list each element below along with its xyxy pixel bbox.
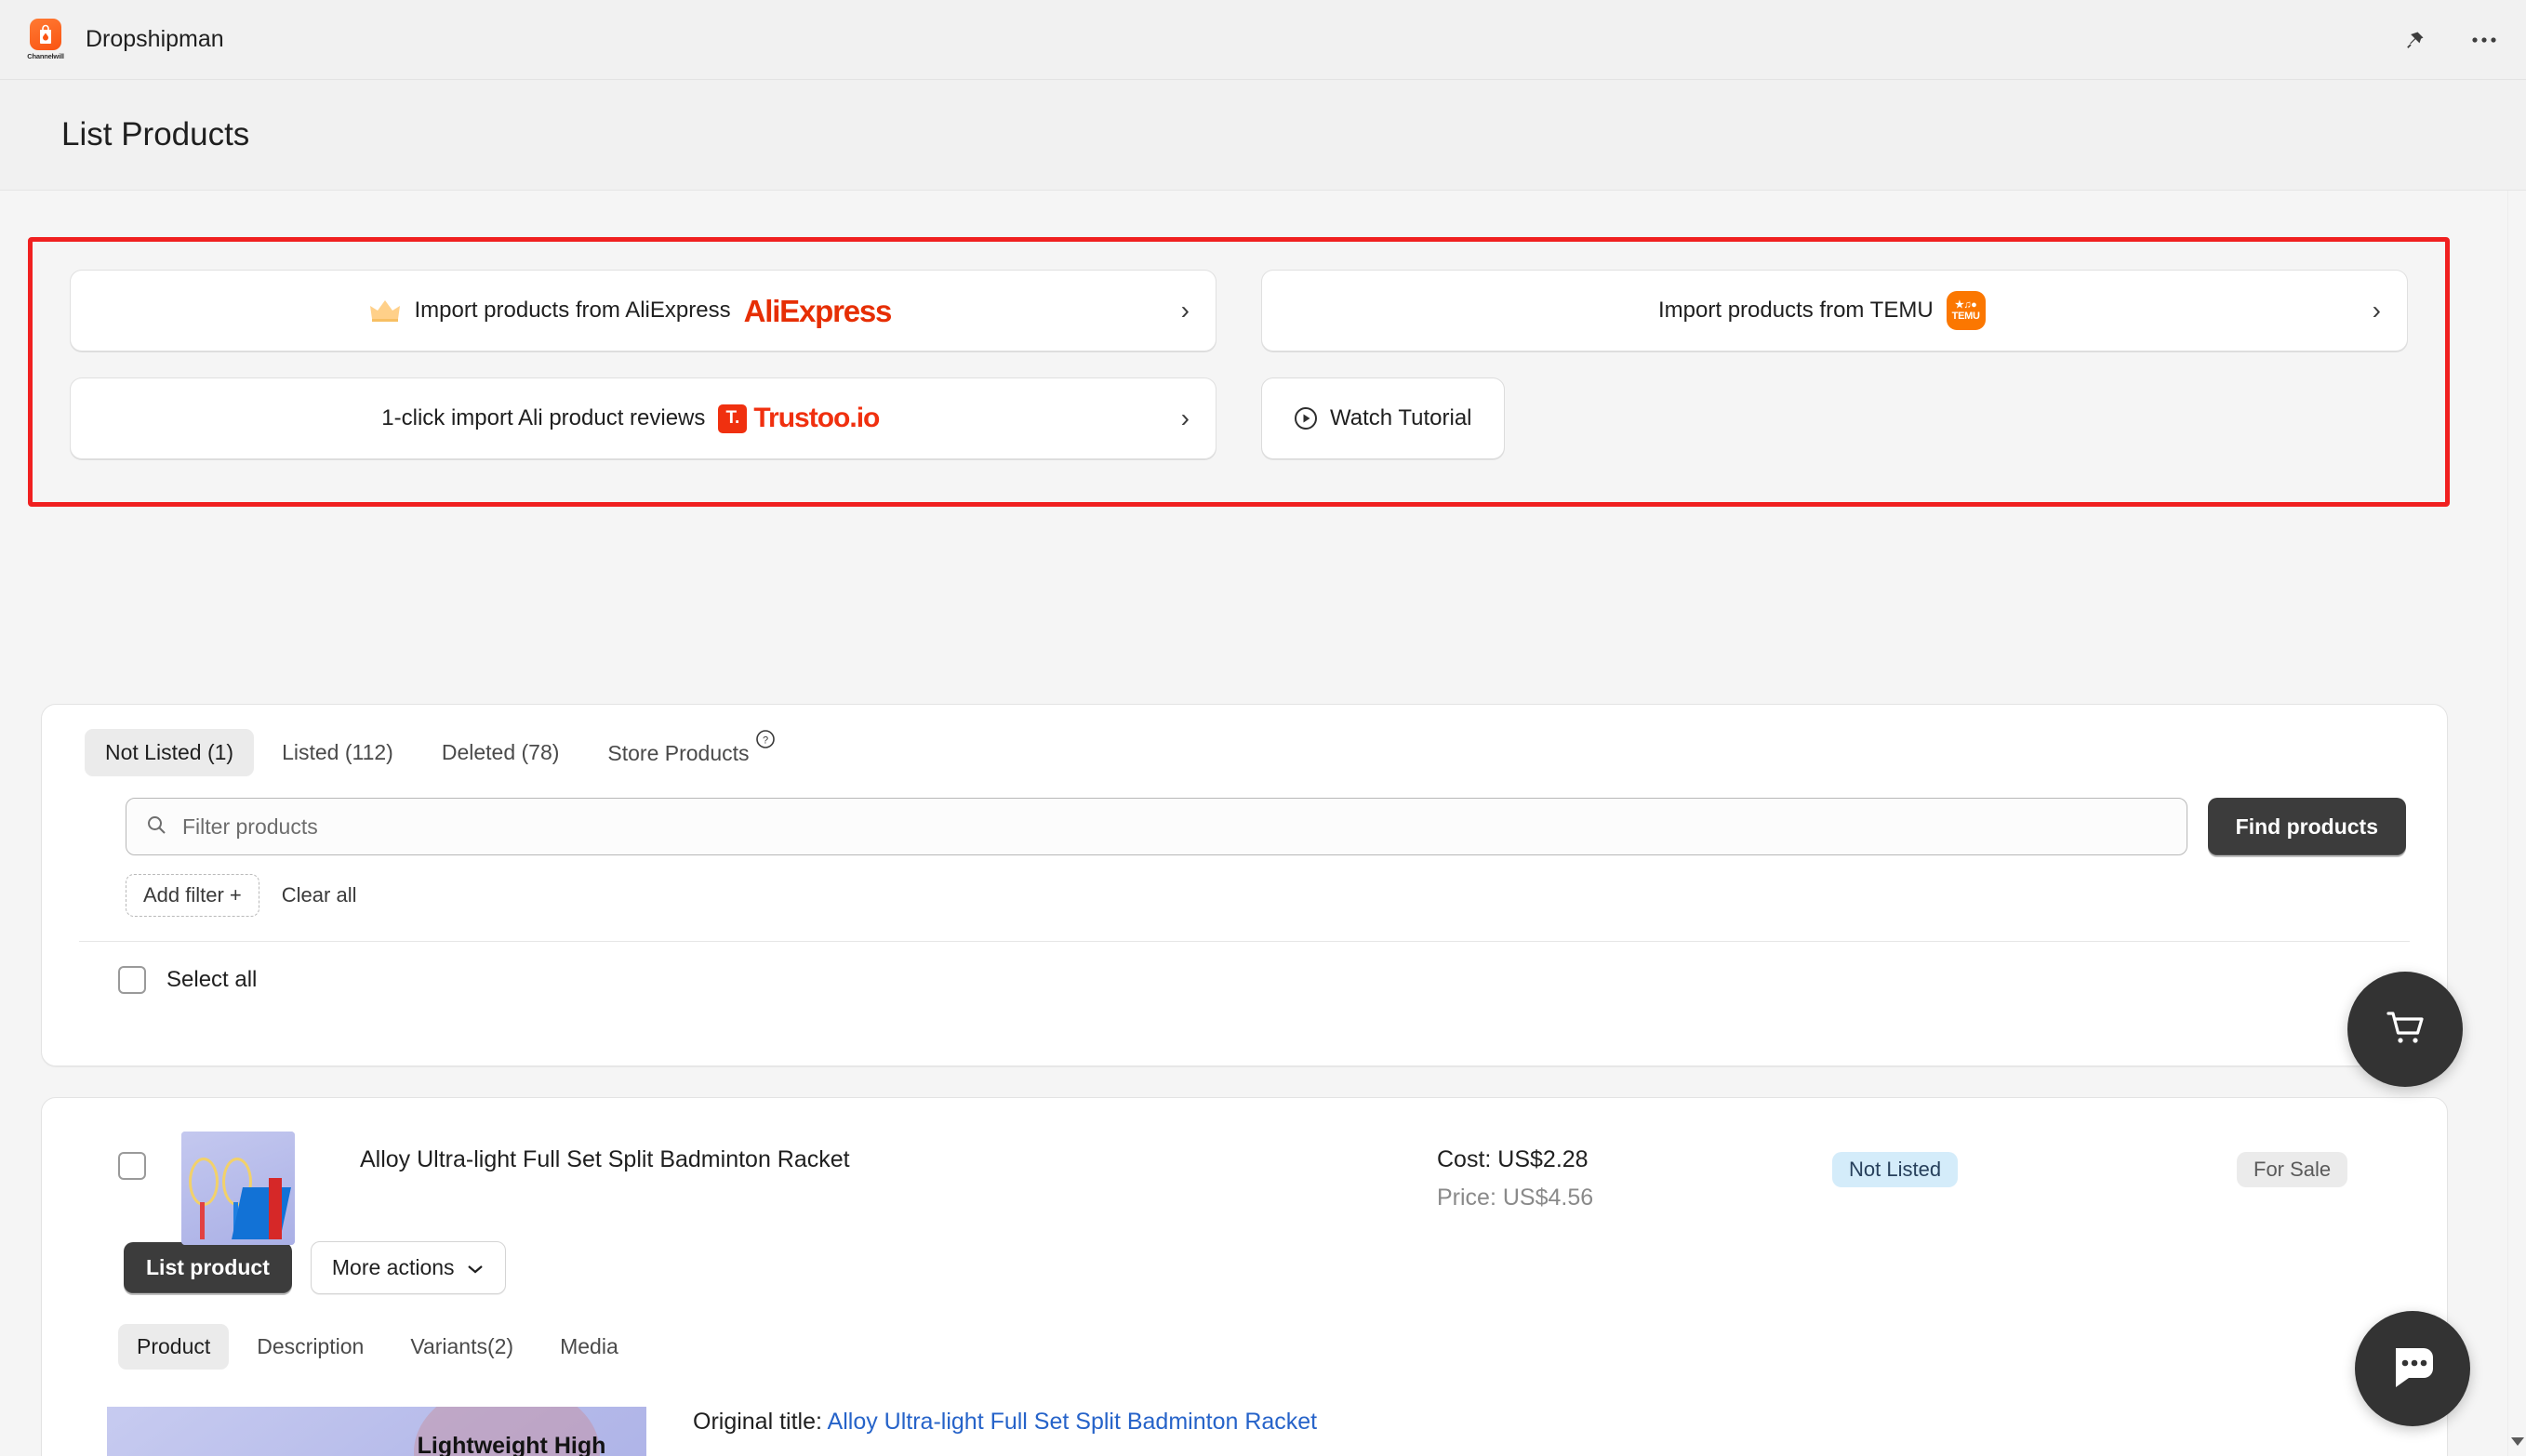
import-section-highlight: Import products from AliExpress AliExpre… bbox=[28, 237, 2450, 507]
import-ali-reviews-card[interactable]: 1-click import Ali product reviews T. Tr… bbox=[70, 377, 1216, 459]
find-products-button[interactable]: Find products bbox=[2207, 798, 2406, 855]
tab-not-listed[interactable]: Not Listed (1) bbox=[85, 729, 255, 776]
page-title: List Products bbox=[61, 116, 250, 152]
product-cost: Cost: US$2.28 bbox=[1437, 1146, 1589, 1172]
watch-tutorial-button[interactable]: Watch Tutorial bbox=[1261, 377, 1505, 459]
app-vendor-label: Channelwill bbox=[27, 52, 64, 60]
search-icon bbox=[145, 814, 167, 841]
tab-store-products-label: Store Products bbox=[607, 741, 750, 765]
aliexpress-logo: AliExpress bbox=[743, 293, 893, 328]
temu-wordmark: TEMU bbox=[1951, 310, 1980, 322]
more-actions-button[interactable]: More actions bbox=[310, 1241, 506, 1294]
pin-icon[interactable] bbox=[2400, 24, 2431, 56]
temu-logo-icon: ★♫● TEMU bbox=[1946, 291, 1986, 330]
product-status-tabs: Not Listed (1) Listed (112) Deleted (78)… bbox=[42, 705, 2447, 777]
chevron-right-icon: › bbox=[1180, 404, 1190, 432]
app-name: Dropshipman bbox=[86, 26, 224, 52]
vertical-scrollbar[interactable] bbox=[2507, 191, 2526, 1456]
product-price: Price: US$4.56 bbox=[1437, 1185, 1594, 1211]
cart-fab[interactable] bbox=[2347, 972, 2463, 1087]
product-row-checkbox[interactable] bbox=[118, 1152, 146, 1180]
chat-fab[interactable] bbox=[2355, 1311, 2470, 1426]
main-content: Import products from AliExpress AliExpre… bbox=[0, 191, 2507, 1456]
import-from-temu-card[interactable]: Import products from TEMU ★♫● TEMU › bbox=[1261, 270, 2408, 351]
tab-media[interactable]: Media bbox=[541, 1324, 637, 1370]
product-pricing: Cost: US$2.28 Price: US$4.56 bbox=[1437, 1146, 1593, 1211]
import-temu-label: Import products from TEMU bbox=[1658, 298, 1934, 323]
add-filter-button[interactable]: Add filter + bbox=[126, 874, 259, 917]
crown-icon bbox=[369, 298, 401, 323]
tab-product[interactable]: Product bbox=[118, 1324, 230, 1370]
app-logo: Channelwill bbox=[20, 19, 71, 60]
original-title-row: Original title: Alloy Ultra-light Full S… bbox=[693, 1409, 2447, 1436]
status-badge: Not Listed bbox=[1832, 1152, 1959, 1187]
chevron-right-icon: › bbox=[1180, 296, 1190, 324]
chat-bubble-icon bbox=[2383, 1339, 2442, 1399]
product-thumbnail[interactable] bbox=[181, 1132, 295, 1245]
tab-listed[interactable]: Listed (112) bbox=[261, 729, 414, 776]
svg-text:?: ? bbox=[763, 735, 768, 747]
help-circle-icon[interactable]: ? bbox=[755, 729, 776, 755]
product-card: Alloy Ultra-light Full Set Split Badmint… bbox=[41, 1097, 2448, 1456]
play-circle-icon bbox=[1294, 406, 1318, 430]
trustoo-logo-icon: T. Trustoo.io bbox=[718, 403, 880, 434]
product-hero-image[interactable]: Lightweight High Pound Both defense and … bbox=[107, 1407, 646, 1456]
tab-deleted[interactable]: Deleted (78) bbox=[421, 729, 580, 776]
select-all-checkbox[interactable] bbox=[118, 966, 146, 994]
tab-store-products[interactable]: Store Products ? bbox=[587, 729, 796, 777]
dropshipman-icon bbox=[30, 19, 61, 50]
for-sale-badge: For Sale bbox=[2237, 1152, 2348, 1187]
tab-description[interactable]: Description bbox=[238, 1324, 382, 1370]
more-actions-label: More actions bbox=[331, 1255, 455, 1279]
cart-icon bbox=[2379, 1001, 2431, 1058]
hero-overlay-line-1: Lightweight High Pound bbox=[417, 1433, 606, 1456]
ellipsis-icon[interactable] bbox=[2468, 24, 2500, 56]
select-all-label: Select all bbox=[166, 967, 258, 992]
list-product-button[interactable]: List product bbox=[124, 1242, 292, 1293]
product-title: Alloy Ultra-light Full Set Split Badmint… bbox=[360, 1146, 850, 1172]
search-input[interactable] bbox=[182, 814, 2168, 840]
clear-all-button[interactable]: Clear all bbox=[273, 875, 366, 916]
import-reviews-label: 1-click import Ali product reviews bbox=[381, 405, 706, 430]
tab-variants[interactable]: Variants(2) bbox=[392, 1324, 532, 1370]
import-from-aliexpress-card[interactable]: Import products from AliExpress AliExpre… bbox=[70, 270, 1216, 351]
chevron-right-icon: › bbox=[2372, 296, 2381, 324]
product-detail-tabs: Product Description Variants(2) Media bbox=[42, 1294, 2447, 1370]
original-title-label: Original title: bbox=[693, 1409, 822, 1435]
scroll-down-arrow-icon[interactable] bbox=[2511, 1437, 2524, 1450]
chevron-down-icon bbox=[466, 1255, 485, 1280]
app-topbar: Channelwill Dropshipman bbox=[0, 0, 2526, 80]
filter-search-box[interactable] bbox=[126, 798, 2187, 855]
page-header: List Products bbox=[0, 80, 2526, 190]
trustoo-wordmark: Trustoo.io bbox=[753, 403, 880, 433]
main-scroll-area: Import products from AliExpress AliExpre… bbox=[0, 190, 2526, 1456]
original-title-link[interactable]: Alloy Ultra-light Full Set Split Badmint… bbox=[828, 1409, 1318, 1435]
products-filter-card: Not Listed (1) Listed (112) Deleted (78)… bbox=[41, 704, 2448, 1066]
watch-tutorial-label: Watch Tutorial bbox=[1330, 405, 1472, 430]
app-window: Channelwill Dropshipman List Products Im… bbox=[0, 0, 2526, 1456]
import-aliexpress-label: Import products from AliExpress bbox=[414, 298, 731, 323]
